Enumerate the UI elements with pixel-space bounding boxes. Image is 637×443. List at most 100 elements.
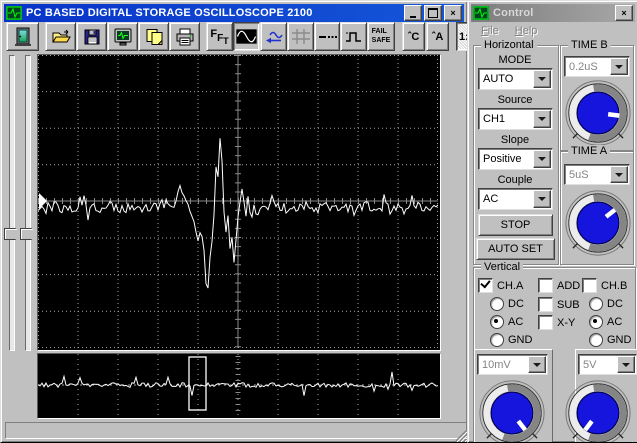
overview-strip-display	[37, 353, 441, 419]
menubar: File Help	[471, 22, 635, 39]
ch-b-gnd-radio[interactable]	[589, 333, 603, 347]
time-b-select: 0.2uS	[564, 56, 630, 77]
channel-a-position-track[interactable]	[9, 55, 15, 351]
ch-b-gnd-label: GND	[607, 334, 631, 346]
xy-checkbox[interactable]	[538, 315, 553, 330]
toolbar: FFTFAILSAFEˆCˆA1:110:1	[6, 22, 468, 50]
time-a-value: 5uS	[565, 169, 609, 181]
ch-b-range-value: 5V	[579, 359, 616, 371]
auto-set-button[interactable]: AUTO SET	[476, 238, 555, 260]
ch-b-gain-knob[interactable]	[563, 378, 633, 443]
copy-notes-icon	[144, 28, 164, 46]
add-checkbox[interactable]	[538, 278, 553, 293]
save-icon	[82, 28, 102, 46]
xy-checkbox-row[interactable]: X-Y	[538, 315, 575, 330]
ch-b-ac-radio[interactable]	[589, 315, 603, 329]
ch-a-range-value: 10mV	[478, 359, 527, 371]
dropdown-arrow-icon[interactable]	[533, 190, 551, 208]
save-button[interactable]	[76, 22, 107, 51]
ch-a-ac-radio-row[interactable]: AC	[490, 315, 523, 329]
time-a-knob[interactable]	[563, 188, 633, 258]
main-scope-display	[37, 54, 441, 351]
time-a-select: 5uS	[564, 164, 630, 185]
dotted-line-icon	[317, 30, 337, 44]
ch-b-checkbox-row[interactable]: CH.B	[582, 278, 627, 293]
ch-b-checkbox[interactable]	[582, 278, 597, 293]
control-close-button[interactable]: ×	[615, 5, 633, 21]
channel-b-position-handle[interactable]	[20, 228, 38, 240]
close-button[interactable]: ×	[444, 5, 462, 21]
control-titlebar[interactable]: Control ×	[471, 4, 635, 22]
display-snapshot-button[interactable]	[107, 22, 138, 51]
fft-button[interactable]: FFT	[206, 22, 233, 51]
app-icon	[6, 6, 22, 20]
ch-a-ac-radio[interactable]	[490, 315, 504, 329]
print-button[interactable]	[169, 22, 200, 51]
single-sweep-button[interactable]	[260, 22, 287, 51]
square-wave-button[interactable]	[340, 22, 367, 51]
menu-file: File	[475, 24, 505, 38]
ch-a-dc-radio[interactable]	[490, 297, 504, 311]
dropdown-arrow-icon[interactable]	[533, 110, 551, 128]
main-window-title: PC BASED DIGITAL STORAGE OSCILLOSCOPE 21…	[26, 7, 313, 19]
ch-a-checkbox[interactable]	[478, 278, 493, 293]
time-b-knob[interactable]	[563, 78, 633, 148]
ch-a-gnd-radio[interactable]	[490, 333, 504, 347]
dotted-line-button[interactable]	[314, 22, 340, 51]
ch-a-gnd-radio-row[interactable]: GND	[490, 333, 532, 347]
exit-icon	[12, 27, 34, 47]
menu-help-label: elp	[523, 25, 538, 37]
waveform-display-icon	[236, 29, 257, 44]
exit-button[interactable]	[6, 22, 39, 51]
ch-b-dc-radio[interactable]	[589, 297, 603, 311]
ch-b-dc-radio-row[interactable]: DC	[589, 297, 623, 311]
single-sweep-icon	[264, 29, 284, 45]
dropdown-arrow-icon	[610, 58, 628, 75]
celsius-probe-button[interactable]: ˆC	[402, 22, 425, 51]
ampere-probe-label: ˆA	[432, 31, 444, 43]
maximize-button[interactable]	[424, 5, 442, 21]
ch-b-range-select: 5V	[578, 354, 637, 375]
mode-select[interactable]: AUTO	[478, 68, 553, 90]
ch-b-ac-radio-row[interactable]: AC	[589, 315, 622, 329]
sub-checkbox[interactable]	[538, 297, 553, 312]
channel-b-position-track[interactable]	[25, 55, 31, 351]
vertical-group-label: Vertical	[481, 261, 523, 273]
channel-a-position-handle[interactable]	[4, 228, 22, 240]
copy-notes-button[interactable]	[138, 22, 169, 51]
ch-b-ac-label: AC	[607, 316, 622, 328]
open-icon	[51, 28, 71, 46]
mode-value: AUTO	[479, 73, 532, 85]
minimize-icon	[410, 16, 416, 18]
time-b-group-label: TIME B	[568, 39, 611, 51]
print-icon	[175, 28, 195, 46]
square-wave-icon	[344, 29, 364, 45]
dropdown-arrow-icon	[617, 356, 635, 373]
ch-a-range-select: 10mV	[477, 354, 548, 375]
grid-icon	[291, 28, 311, 45]
ch-b-gnd-radio-row[interactable]: GND	[589, 333, 631, 347]
waveform-display-button[interactable]	[233, 22, 260, 51]
add-checkbox-row[interactable]: ADD	[538, 278, 580, 293]
source-select[interactable]: CH1	[478, 108, 553, 130]
mode-label: MODE	[473, 54, 557, 66]
fail-safe-button[interactable]: FAILSAFE	[367, 22, 395, 51]
main-titlebar[interactable]: PC BASED DIGITAL STORAGE OSCILLOSCOPE 21…	[4, 4, 464, 22]
source-label: Source	[473, 94, 557, 106]
slope-select[interactable]: Positive	[478, 148, 553, 170]
dropdown-arrow-icon[interactable]	[533, 70, 551, 88]
ch-b-label: CH.B	[601, 280, 627, 292]
minimize-button[interactable]	[404, 5, 422, 21]
couple-select[interactable]: AC	[478, 188, 553, 210]
celsius-probe-label: ˆC	[408, 31, 420, 43]
dropdown-arrow-icon[interactable]	[533, 150, 551, 168]
ch-a-dc-radio-row[interactable]: DC	[490, 297, 524, 311]
open-button[interactable]	[45, 22, 76, 51]
ampere-probe-button[interactable]: ˆA	[426, 22, 449, 51]
sub-checkbox-row[interactable]: SUB	[538, 297, 580, 312]
resize-grip[interactable]	[454, 429, 467, 442]
stop-button[interactable]: STOP	[478, 214, 553, 236]
ch-a-checkbox-row[interactable]: CH.A	[478, 278, 523, 293]
ch-a-ac-label: AC	[508, 316, 523, 328]
ch-a-gain-knob[interactable]	[477, 378, 547, 443]
